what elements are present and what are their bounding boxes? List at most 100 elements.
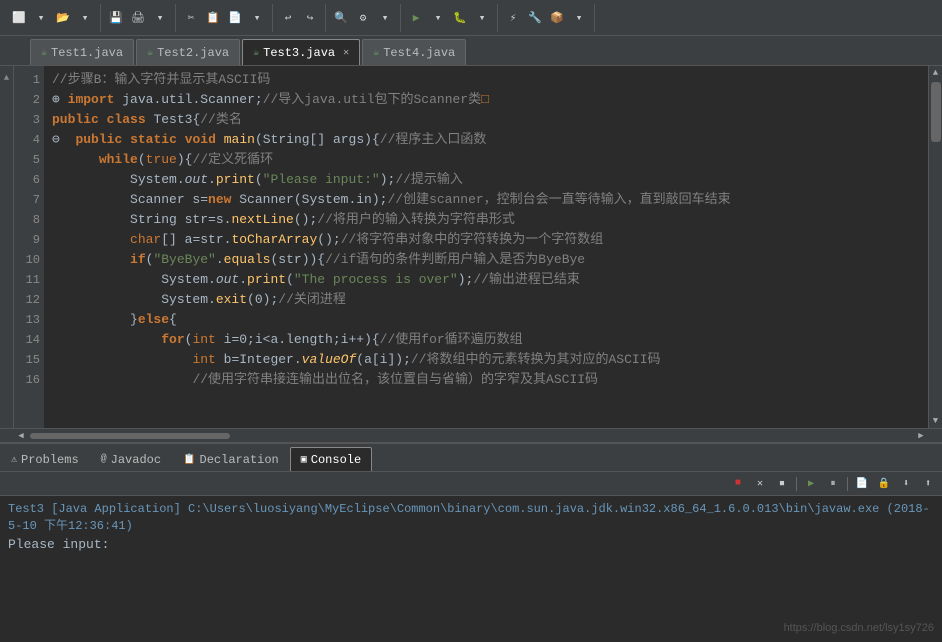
code-line-2: ⊕ import java.util.Scanner;//导入java.util… — [52, 90, 920, 110]
toolbar-btn-arrow8[interactable]: ▾ — [568, 7, 590, 29]
line-num-9: 9 — [14, 230, 40, 250]
toolbar-btn-run[interactable]: ▶ — [405, 7, 427, 29]
code-line-8: String str=s.nextLine();//将用户的输入转换为字符串形式 — [52, 210, 920, 230]
toolbar-btn-arrow7[interactable]: ▾ — [471, 7, 493, 29]
code-line-12: System.exit(0);//关闭进程 — [52, 290, 920, 310]
code-line-5: while(true){//定义死循环 — [52, 150, 920, 170]
line-num-10: 10 — [14, 250, 40, 270]
toolbar-btn-settings[interactable]: ⚙ — [352, 7, 374, 29]
horizontal-scrollbar[interactable]: ◀ ▶ — [0, 428, 942, 442]
line-num-12: 12 — [14, 290, 40, 310]
bt-separator-2 — [847, 477, 848, 491]
toolbar-btn-debug[interactable]: 🐛 — [449, 7, 471, 29]
tab-test3[interactable]: ☕ Test3.java ✕ — [242, 39, 360, 65]
bottom-tab-console[interactable]: ▣ Console — [290, 447, 372, 471]
toolbar-btn-misc2[interactable]: 🔧 — [524, 7, 546, 29]
bottom-tab-label-javadoc: Javadoc — [111, 453, 161, 467]
code-line-1: //步骤B：输入字符并显示其ASCII码 — [52, 70, 920, 90]
toolbar-btn-arrow[interactable]: ▾ — [30, 7, 52, 29]
toolbar-btn-misc1[interactable]: ⚡ — [502, 7, 524, 29]
vertical-scrollbar[interactable]: ▲ ▼ — [928, 66, 942, 428]
bottom-tab-problems[interactable]: ⚠ Problems — [0, 447, 90, 471]
tab-icon-test3: ☕ — [253, 47, 259, 59]
toolbar-btn-arrow6[interactable]: ▾ — [427, 7, 449, 29]
code-line-7: Scanner s=new Scanner(System.in);//创建sca… — [52, 190, 920, 210]
toolbar-btn-redo[interactable]: ↪ — [299, 7, 321, 29]
scroll-left-arrow[interactable]: ◀ — [14, 429, 28, 443]
toolbar-btn-arrow4[interactable]: ▾ — [246, 7, 268, 29]
console-copy-btn[interactable]: 📄 — [852, 475, 872, 493]
code-editor[interactable]: //步骤B：输入字符并显示其ASCII码 ⊕ import java.util.… — [44, 66, 928, 428]
toolbar: ⬜ ▾ 📂 ▾ 💾 🖨 ▾ ✂ 📋 📄 ▾ ↩ ↪ 🔍 ⚙ ▾ ▶ ▾ 🐛 ▾ … — [0, 0, 942, 36]
toolbar-btn-new[interactable]: ⬜ — [8, 7, 30, 29]
toolbar-btn-misc3[interactable]: 📦 — [546, 7, 568, 29]
tab-label-test3: Test3.java — [263, 46, 335, 60]
toolbar-group-misc: ⚡ 🔧 📦 ▾ — [498, 4, 595, 32]
console-lock-btn[interactable]: 🔒 — [874, 475, 894, 493]
console-run-btn[interactable]: ▶ — [801, 475, 821, 493]
code-line-15: int b=Integer.valueOf(a[i]);//将数组中的元素转换为… — [52, 350, 920, 370]
code-line-10: if("ByeBye".equals(str)){//if语句的条件判断用户输入… — [52, 250, 920, 270]
bottom-tab-declaration[interactable]: 📋 Declaration — [172, 447, 290, 471]
tab-label-test2: Test2.java — [157, 46, 229, 60]
toolbar-btn-save[interactable]: 💾 — [105, 7, 127, 29]
scroll-thumb[interactable] — [931, 82, 941, 142]
tab-icon-test1: ☕ — [41, 47, 47, 59]
toolbar-group-file: ⬜ ▾ 📂 ▾ — [4, 4, 101, 32]
line-num-5: 5 — [14, 150, 40, 170]
bottom-tab-bar: ⚠ Problems @ Javadoc 📋 Declaration ▣ Con… — [0, 444, 942, 472]
console-output: Test3 [Java Application] C:\Users\luosiy… — [0, 496, 942, 642]
toolbar-btn-open[interactable]: 📂 — [52, 7, 74, 29]
editor-wrapper: ▲ 1 2 3 4 5 6 7 8 9 10 11 12 13 14 15 16… — [0, 66, 942, 428]
hscroll-track[interactable] — [30, 433, 912, 439]
toolbar-btn-copy[interactable]: 📋 — [202, 7, 224, 29]
line-num-6: 6 — [14, 170, 40, 190]
console-pause-btn[interactable]: ⏸ — [823, 475, 843, 493]
declaration-icon: 📋 — [183, 454, 195, 466]
toolbar-btn-search[interactable]: 🔍 — [330, 7, 352, 29]
console-scroll-up-btn[interactable]: ⬆ — [918, 475, 938, 493]
bottom-tab-javadoc[interactable]: @ Javadoc — [90, 447, 172, 471]
line-num-4: 4 — [14, 130, 40, 150]
scroll-down-arrow[interactable]: ▼ — [929, 414, 942, 428]
tab-label-test4: Test4.java — [383, 46, 455, 60]
outer-left-margin: ▲ — [0, 66, 14, 428]
code-line-3: public class Test3{//类名 — [52, 110, 920, 130]
tab-test4[interactable]: ☕ Test4.java — [362, 39, 466, 65]
console-close-btn[interactable]: ✕ — [750, 475, 770, 493]
toolbar-btn-arrow2[interactable]: ▾ — [74, 7, 96, 29]
code-line-6: System.out.print("Please input:");//提示输入 — [52, 170, 920, 190]
fold-indicator: ▲ — [1, 68, 13, 88]
toolbar-btn-cut[interactable]: ✂ — [180, 7, 202, 29]
toolbar-btn-print[interactable]: 🖨 — [127, 7, 149, 29]
toolbar-btn-arrow3[interactable]: ▾ — [149, 7, 171, 29]
toolbar-group-search: 🔍 ⚙ ▾ — [326, 4, 401, 32]
code-line-4: ⊖ public static void main(String[] args)… — [52, 130, 920, 150]
line-numbers: 1 2 3 4 5 6 7 8 9 10 11 12 13 14 15 16 — [14, 66, 44, 428]
code-line-14: for(int i=0;i<a.length;i++){//使用for循环遍历数… — [52, 330, 920, 350]
code-line-9: char[] a=str.toCharArray();//将字符串对象中的字符转… — [52, 230, 920, 250]
line-num-13: 13 — [14, 310, 40, 330]
code-line-13: }else{ — [52, 310, 920, 330]
code-line-11: System.out.print("The process is over");… — [52, 270, 920, 290]
tab-test1[interactable]: ☕ Test1.java — [30, 39, 134, 65]
scroll-right-arrow[interactable]: ▶ — [914, 429, 928, 443]
line-num-8: 8 — [14, 210, 40, 230]
console-terminate-btn[interactable]: ⏹ — [772, 475, 792, 493]
line-num-2: 2 — [14, 90, 40, 110]
toolbar-btn-undo[interactable]: ↩ — [277, 7, 299, 29]
tab-close-test3[interactable]: ✕ — [343, 47, 349, 59]
line-num-3: 3 — [14, 110, 40, 130]
hscroll-thumb[interactable] — [30, 433, 230, 439]
toolbar-btn-arrow5[interactable]: ▾ — [374, 7, 396, 29]
toolbar-btn-paste[interactable]: 📄 — [224, 7, 246, 29]
toolbar-group-clipboard: ✂ 📋 📄 ▾ — [176, 4, 273, 32]
line-num-7: 7 — [14, 190, 40, 210]
scroll-up-arrow[interactable]: ▲ — [929, 66, 942, 80]
toolbar-group-history: ↩ ↪ — [273, 4, 326, 32]
bottom-tab-label-console: Console — [311, 453, 361, 467]
bottom-toolbar: ■ ✕ ⏹ ▶ ⏸ 📄 🔒 ⬇ ⬆ — [0, 472, 942, 496]
console-stop-btn[interactable]: ■ — [728, 475, 748, 493]
tab-test2[interactable]: ☕ Test2.java — [136, 39, 240, 65]
console-scroll-down-btn[interactable]: ⬇ — [896, 475, 916, 493]
